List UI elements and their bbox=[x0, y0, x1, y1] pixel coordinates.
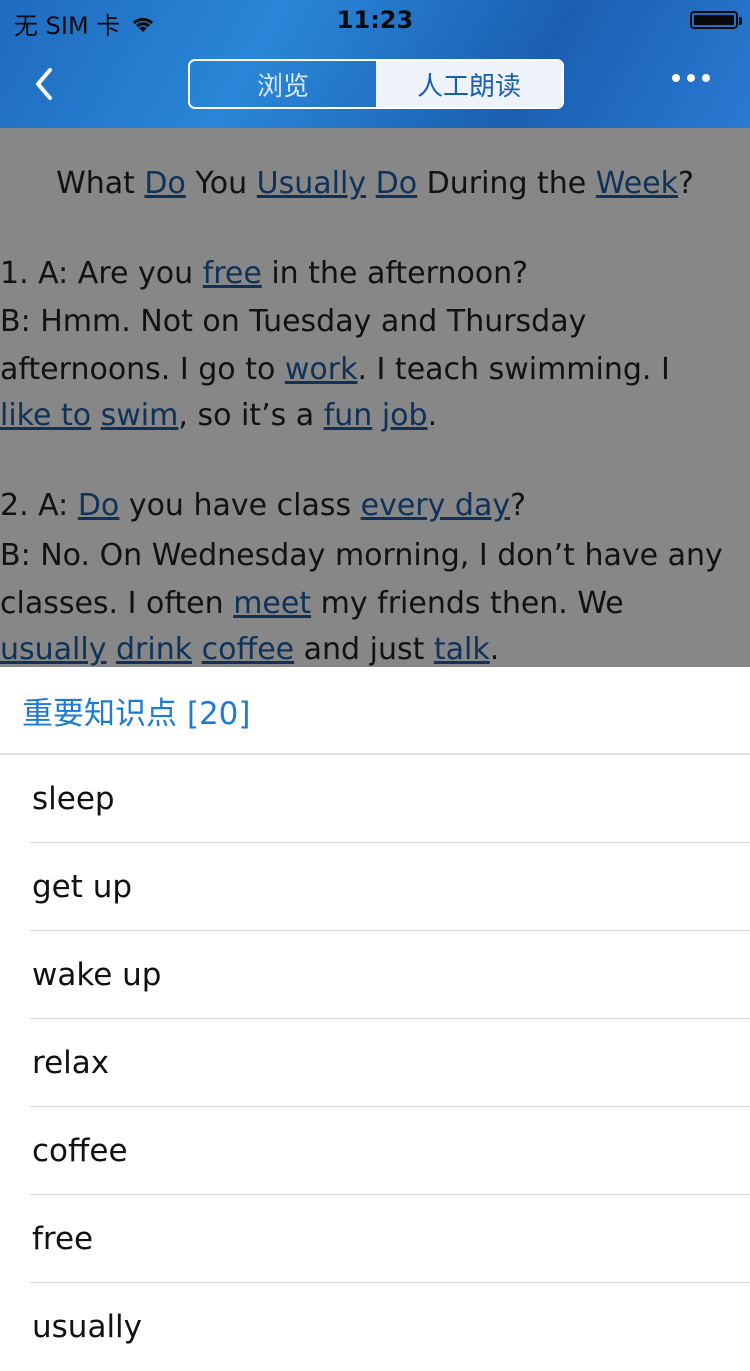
list-item[interactable]: get up bbox=[0, 843, 750, 931]
more-dot bbox=[687, 74, 695, 82]
knowledge-sheet: 重要知识点 [20] sleep get up wake up relax co… bbox=[0, 667, 750, 1345]
list-item[interactable]: usually bbox=[0, 1283, 750, 1371]
tab-browse[interactable]: 浏览 bbox=[190, 61, 376, 107]
tab-read-aloud[interactable]: 人工朗读 bbox=[376, 61, 562, 107]
dim-overlay[interactable] bbox=[0, 128, 750, 668]
status-time: 11:23 bbox=[336, 6, 414, 34]
more-dot bbox=[672, 74, 680, 82]
chevron-left-icon[interactable] bbox=[26, 64, 66, 104]
more-dot bbox=[702, 74, 710, 82]
status-bar: 无 SIM 卡 11:23 bbox=[0, 0, 750, 40]
list-item[interactable]: sleep bbox=[0, 755, 750, 843]
list-item[interactable]: wake up bbox=[0, 931, 750, 1019]
list-item[interactable]: relax bbox=[0, 1019, 750, 1107]
navigation-bar: 浏览 人工朗读 bbox=[0, 40, 750, 128]
top-bar: 无 SIM 卡 11:23 浏览 人工朗读 bbox=[0, 0, 750, 128]
list-item[interactable]: coffee bbox=[0, 1107, 750, 1195]
tab-browse-label: 浏览 bbox=[256, 71, 309, 102]
more-icon[interactable] bbox=[672, 74, 710, 82]
list-item[interactable]: free bbox=[0, 1195, 750, 1283]
battery-icon bbox=[690, 11, 742, 29]
knowledge-list: sleep get up wake up relax coffee free u… bbox=[0, 755, 750, 1371]
segmented-control: 浏览 人工朗读 bbox=[188, 59, 564, 109]
sheet-title: 重要知识点 [20] bbox=[0, 667, 750, 755]
tab-read-aloud-label: 人工朗读 bbox=[416, 71, 521, 102]
